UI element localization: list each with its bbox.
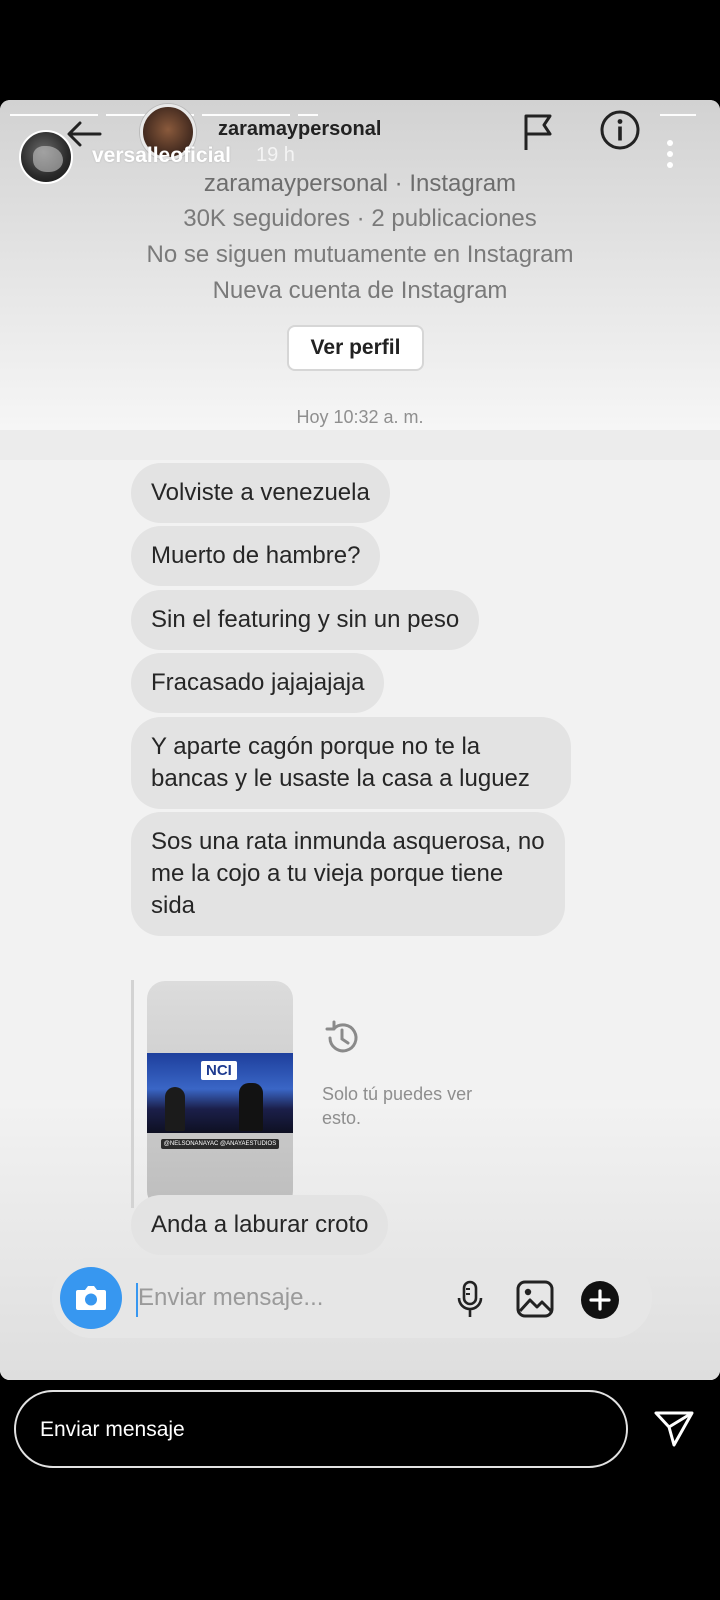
thumbnail-video-frame: NCI: [147, 1053, 293, 1133]
profile-followers: 30K seguidores · 2 publicaciones: [183, 205, 537, 232]
camera-button[interactable]: [60, 1267, 122, 1329]
message-bubble[interactable]: Muerto de hambre?: [131, 526, 381, 586]
camera-icon: [76, 1286, 106, 1310]
view-profile-button[interactable]: Ver perfil: [287, 325, 424, 371]
message-bubble[interactable]: Y aparte cagón porque no te la bancas y …: [131, 717, 571, 809]
private-notice: Solo tú puedes ver esto.: [322, 1084, 473, 1128]
thumbnail-person: [239, 1083, 263, 1131]
message-timestamp: Hoy 10:32 a. m.: [296, 407, 424, 427]
message-bubble[interactable]: Volviste a venezuela: [131, 463, 390, 523]
story-progress-segment: [10, 114, 98, 116]
story-username[interactable]: versalleoficial: [92, 144, 231, 168]
reply-indicator-bar: [131, 980, 134, 1208]
profile-mutual-status: No se siguen mutuamente en Instagram: [146, 241, 574, 268]
shared-story-thumbnail[interactable]: NCI @NELSONANAYAC @ANAYAESTUDIOS: [147, 981, 293, 1209]
history-icon: [325, 1020, 358, 1053]
composer-placeholder[interactable]: Enviar mensaje...: [138, 1284, 323, 1312]
plus-circle-icon[interactable]: [580, 1280, 620, 1320]
thumbnail-caption: @NELSONANAYAC @ANAYAESTUDIOS: [161, 1139, 279, 1149]
image-icon[interactable]: [516, 1280, 554, 1318]
story-screenshot-card: zaramaypersonal versalleoficial 19 h zar…: [0, 100, 720, 1380]
dm-username[interactable]: zaramaypersonal: [218, 118, 381, 141]
message-bubble[interactable]: Sin el featuring y sin un peso: [131, 590, 480, 650]
story-progress-segment: [298, 114, 318, 116]
story-reply-placeholder[interactable]: Enviar mensaje: [40, 1418, 185, 1442]
message-bubble[interactable]: Sos una rata inmunda asquerosa, no me la…: [131, 812, 565, 936]
flag-icon[interactable]: [520, 112, 556, 152]
story-time-ago: 19 h: [256, 144, 295, 166]
thumbnail-logo: NCI: [201, 1061, 237, 1080]
thumbnail-person: [165, 1087, 185, 1131]
microphone-icon[interactable]: [455, 1280, 485, 1320]
profile-new-account: Nueva cuenta de Instagram: [212, 277, 508, 304]
more-vertical-icon[interactable]: [660, 138, 680, 172]
profile-title: zaramaypersonal · Instagram: [203, 170, 517, 197]
info-icon[interactable]: [599, 109, 641, 151]
story-progress-segment: [660, 114, 696, 116]
story-progress-segment: [202, 114, 290, 116]
message-bubble[interactable]: Fracasado jajajajaja: [131, 653, 385, 713]
send-icon[interactable]: [653, 1410, 695, 1448]
message-bubble[interactable]: Anda a laburar croto: [131, 1195, 389, 1255]
